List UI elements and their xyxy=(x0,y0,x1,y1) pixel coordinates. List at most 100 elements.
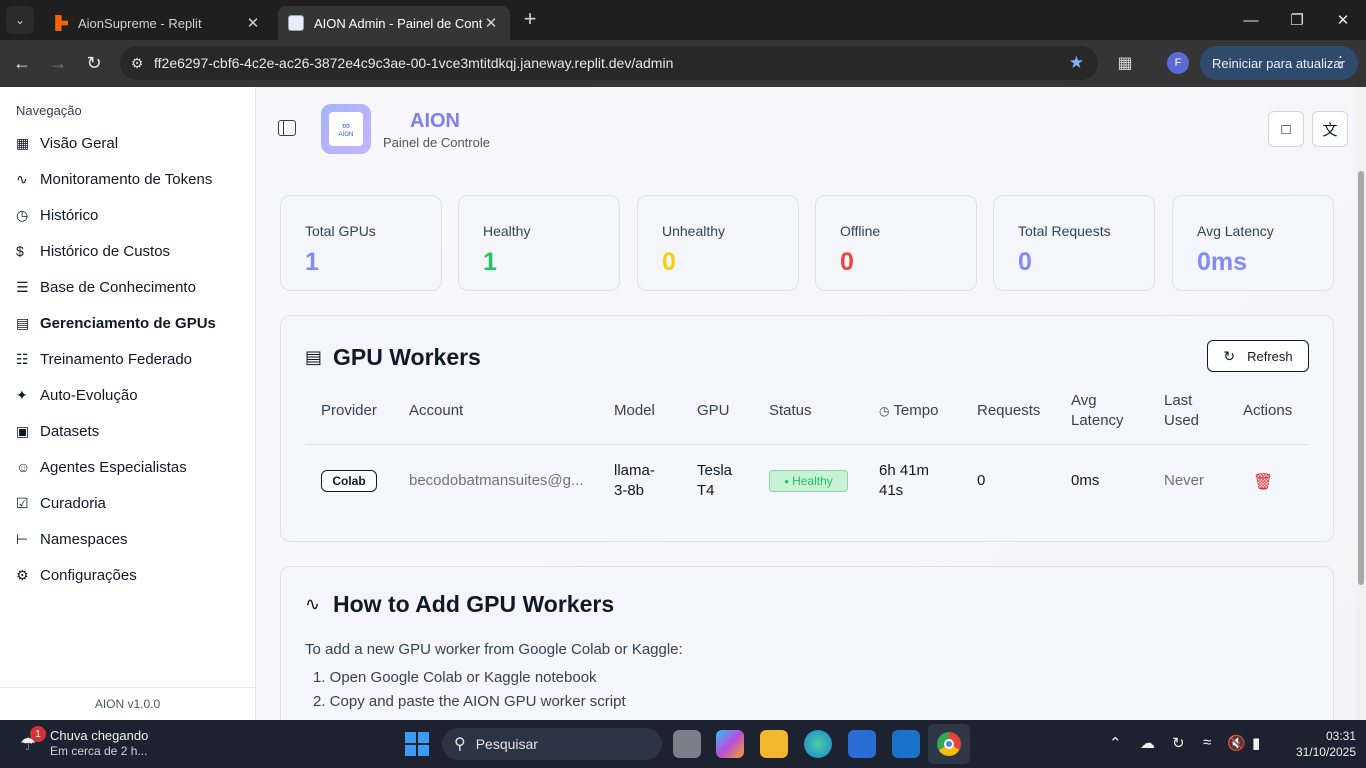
status-dot-icon: ● xyxy=(784,476,790,486)
stat-card-avg-latency: Avg Latency 0ms xyxy=(1172,195,1334,291)
sidebar-item-namespaces[interactable]: ⊢ Namespaces xyxy=(16,524,244,554)
weather-widget[interactable]: ☂ 1 Chuva chegando Em cerca de 2 h... xyxy=(12,726,172,762)
forward-button[interactable]: → xyxy=(45,50,71,76)
sidebar-item-auto-evolucao[interactable]: ✦ Auto-Evolução xyxy=(16,380,244,410)
sidebar-item-label: Configurações xyxy=(40,566,137,584)
logo-image: ∞ AION xyxy=(329,112,363,146)
delete-worker-icon[interactable]: 🗑 xyxy=(1253,472,1273,492)
translate-icon: 文 xyxy=(1322,121,1338,139)
activity-icon: ∿ xyxy=(16,170,28,187)
microsoft-store-icon[interactable] xyxy=(848,730,876,758)
sidebar-item-treinamento-federado[interactable]: ☷ Treinamento Federado xyxy=(16,344,244,374)
language-button[interactable]: 文 xyxy=(1312,111,1348,147)
new-tab-button[interactable]: + xyxy=(518,8,542,32)
sidebar-item-base-conhecimento[interactable]: ☰ Base de Conhecimento xyxy=(16,272,244,302)
sidebar-item-label: Histórico xyxy=(40,206,99,224)
address-bar[interactable]: ⚙ ff2e6297-cbf6-4c2e-ac26-3872e4c9c3ae-0… xyxy=(120,46,1098,80)
extensions-puzzle-icon[interactable]: ▦ xyxy=(1112,50,1138,76)
sidebar-toggle-icon[interactable] xyxy=(278,120,296,136)
stat-label: Offline xyxy=(840,223,881,239)
sync-icon[interactable]: ↻ xyxy=(1172,734,1185,752)
minimize-window-button[interactable]: — xyxy=(1228,0,1274,40)
logo-text: AION xyxy=(338,132,354,138)
close-tab-icon[interactable]: ✕ xyxy=(482,14,500,32)
update-label: Reiniciar para atualizar xyxy=(1212,55,1345,71)
profile-avatar[interactable]: F xyxy=(1167,52,1189,74)
sparkles-icon: ✦ xyxy=(16,386,28,403)
browser-tab-aion-admin[interactable]: AION Admin - Painel de Controle ✕ xyxy=(278,6,510,40)
table-divider xyxy=(305,444,1309,445)
refresh-icon: ↻ xyxy=(1223,347,1236,364)
worker-account: becodobatmansuites@g... xyxy=(409,472,584,489)
sidebar-item-curadoria[interactable]: ☑ Curadoria xyxy=(16,488,244,518)
file-explorer-icon[interactable] xyxy=(760,730,788,758)
search-placeholder: Pesquisar xyxy=(475,736,538,752)
reload-button[interactable]: ↻ xyxy=(81,50,107,76)
browser-tab-replit[interactable]: AionSupreme - Replit ✕ xyxy=(42,6,272,40)
sidebar-item-label: Visão Geral xyxy=(40,134,119,152)
clock-time: 03:31 xyxy=(1325,729,1356,743)
sidebar-item-gerenciamento-gpus[interactable]: ▤ Gerenciamento de GPUs xyxy=(16,308,244,338)
status-badge: ● Healthy xyxy=(769,470,848,492)
maximize-window-button[interactable]: ❐ xyxy=(1274,0,1320,40)
volume-muted-icon[interactable]: 🔇 xyxy=(1227,734,1246,752)
aion-favicon-icon xyxy=(288,15,304,31)
chrome-taskbar-button[interactable] xyxy=(928,724,970,764)
column-header-account: Account xyxy=(409,402,464,419)
sidebar-item-historico[interactable]: ◷ Histórico xyxy=(16,200,244,230)
search-icon: ⚲ xyxy=(454,736,466,753)
scrollbar-thumb[interactable] xyxy=(1358,171,1364,585)
sidebar-item-monitoramento-tokens[interactable]: ∿ Monitoramento de Tokens xyxy=(16,164,244,194)
file-icon: ▣ xyxy=(16,422,30,439)
bookmark-star-icon[interactable]: ★ xyxy=(1069,53,1084,73)
close-window-button[interactable]: ✕ xyxy=(1320,0,1366,40)
howto-step: 2. Copy and paste the AION GPU worker sc… xyxy=(313,693,626,710)
chat-button[interactable]: □ xyxy=(1268,111,1304,147)
weather-title: Chuva chegando xyxy=(50,728,149,743)
gpu-workers-title: ▤ GPU Workers xyxy=(305,344,481,371)
gear-icon: ⚙ xyxy=(16,566,29,583)
server-icon: ▤ xyxy=(16,314,30,331)
site-info-icon[interactable]: ⚙ xyxy=(120,55,154,72)
wifi-icon[interactable]: ≈ xyxy=(1203,734,1211,751)
microsoft365-icon[interactable] xyxy=(716,730,744,758)
tab-search-button[interactable]: ⌄ xyxy=(6,6,34,34)
sidebar-item-label: Base de Conhecimento xyxy=(40,278,196,296)
page-scrollbar[interactable] xyxy=(1356,87,1366,720)
task-view-icon[interactable] xyxy=(673,730,701,758)
database-icon: ☰ xyxy=(16,278,29,295)
howto-intro: To add a new GPU worker from Google Cola… xyxy=(305,641,683,658)
replit-favicon-icon xyxy=(55,15,68,31)
brand-subtitle: Painel de Controle xyxy=(383,135,490,150)
notification-badge: 1 xyxy=(30,726,46,742)
start-button[interactable] xyxy=(405,732,429,756)
sidebar-item-visao-geral[interactable]: ▦ Visão Geral xyxy=(16,128,244,158)
grid-icon: ▦ xyxy=(16,134,30,151)
close-tab-icon[interactable]: ✕ xyxy=(244,14,262,32)
tray-overflow-icon[interactable]: ⌃ xyxy=(1109,734,1122,752)
sidebar-item-configuracoes[interactable]: ⚙ Configurações xyxy=(16,560,244,590)
onedrive-cloud-icon[interactable]: ☁ xyxy=(1140,734,1155,752)
sidebar-item-label: Agentes Especialistas xyxy=(40,458,187,476)
restart-to-update-button[interactable]: Reiniciar para atualizar ⋮ xyxy=(1200,46,1358,80)
stat-card-total-requests: Total Requests 0 xyxy=(993,195,1155,291)
card-title-text: How to Add GPU Workers xyxy=(333,591,615,617)
column-header-avg-latency: Avg Latency xyxy=(1071,392,1124,429)
back-button[interactable]: ← xyxy=(9,50,35,76)
sidebar-item-label: Auto-Evolução xyxy=(40,386,138,404)
url-text[interactable]: ff2e6297-cbf6-4c2e-ac26-3872e4c9c3ae-00-… xyxy=(154,55,673,71)
system-clock[interactable]: 03:31 31/10/2025 xyxy=(1290,728,1356,760)
refresh-button[interactable]: ↻ Refresh xyxy=(1207,340,1309,372)
sidebar: Navegação ▦ Visão Geral ∿ Monitoramento … xyxy=(0,87,256,720)
edge-browser-icon[interactable] xyxy=(804,730,832,758)
sidebar-item-label: Curadoria xyxy=(40,494,106,512)
column-header-status: Status xyxy=(769,402,812,419)
sidebar-item-label: Monitoramento de Tokens xyxy=(40,170,213,188)
sidebar-item-agentes-especialistas[interactable]: ☺ Agentes Especialistas xyxy=(16,452,244,482)
taskbar-search[interactable]: ⚲ Pesquisar xyxy=(442,728,662,760)
outlook-icon[interactable] xyxy=(892,730,920,758)
more-menu-icon[interactable]: ⋮ xyxy=(1333,53,1348,71)
battery-icon[interactable]: ▮ xyxy=(1252,734,1260,752)
sidebar-item-historico-custos[interactable]: $ Histórico de Custos xyxy=(16,236,244,266)
sidebar-item-datasets[interactable]: ▣ Datasets xyxy=(16,416,244,446)
